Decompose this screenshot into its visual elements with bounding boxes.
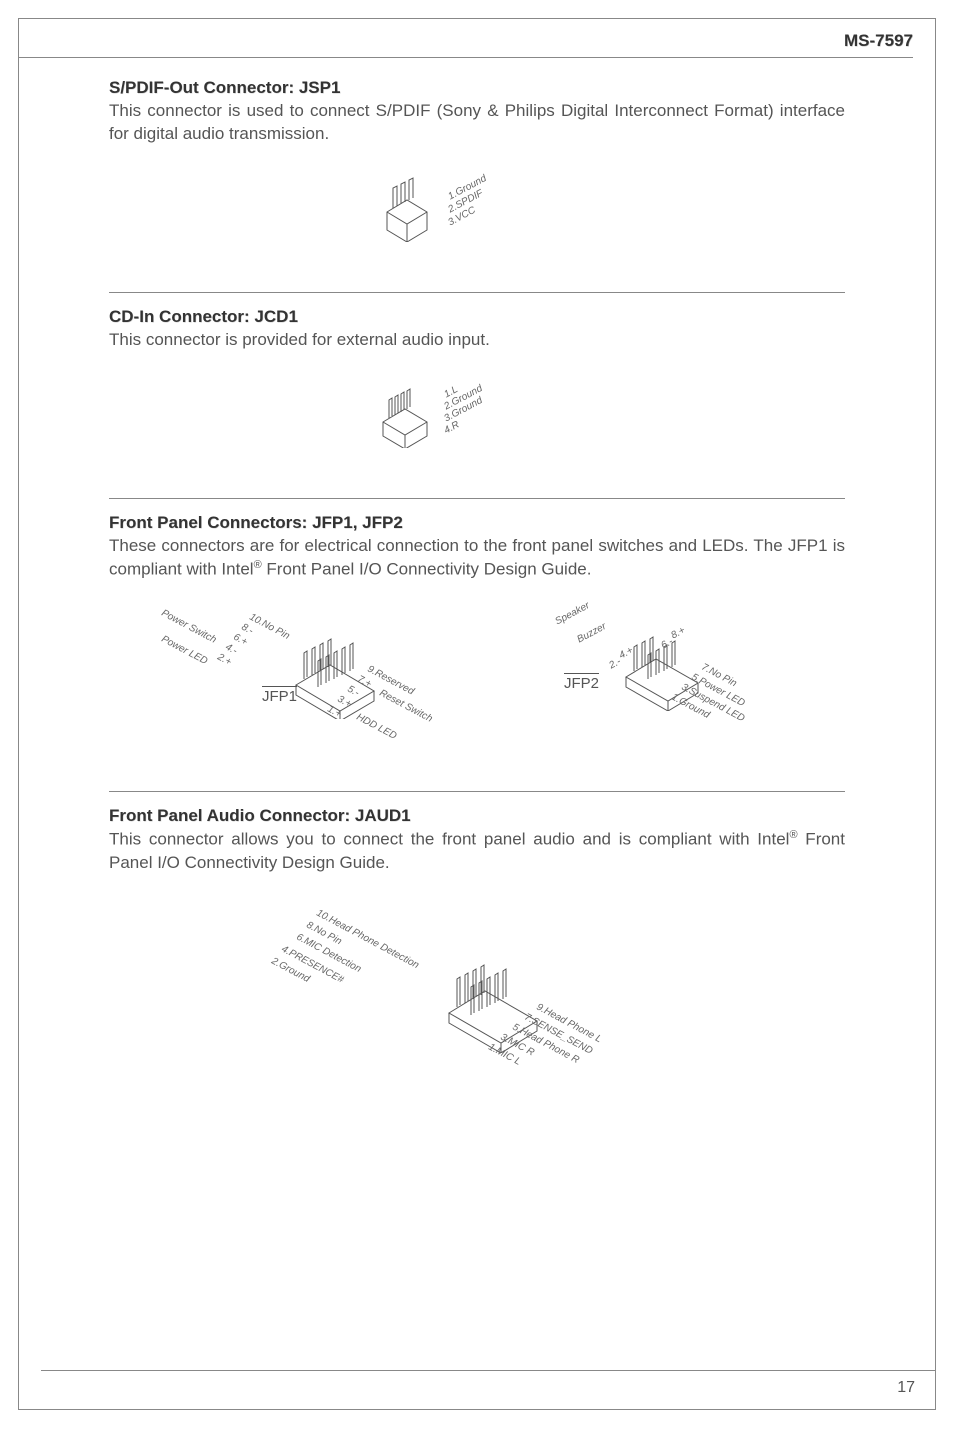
jaud-diagram: 10.Head Phone Detection 8.No Pin 6.MIC D… [109,901,845,1091]
jfp2-diagram: Speaker Buzzer 8.+ 6.- 4.+ 2.- JFP2 7.No… [512,601,792,751]
cdin-title: CD-In Connector: JCD1 [109,307,845,327]
section-cdin: CD-In Connector: JCD1 This connector is … [109,307,845,468]
jfp1-diagram: Power Switch Power LED 10.No Pin 8.- 6.+… [162,601,442,751]
section-jaud: Front Panel Audio Connector: JAUD1 This … [109,806,845,1091]
section-frontpanel: Front Panel Connectors: JFP1, JFP2 These… [109,513,845,752]
connector-icon [377,172,437,242]
frontpanel-diagram: Power Switch Power LED 10.No Pin 8.- 6.+… [109,601,845,751]
cdin-desc: This connector is provided for external … [109,329,845,352]
model-number: MS-7597 [844,31,913,51]
jfp1-label: JFP1 [262,686,297,705]
connector-icon [377,378,433,448]
section-divider [109,791,845,792]
jaud-title: Front Panel Audio Connector: JAUD1 [109,806,845,826]
content: S/PDIF-Out Connector: JSP1 This connecto… [19,58,935,1370]
reg-mark: ® [789,829,797,841]
spdif-title: S/PDIF-Out Connector: JSP1 [109,78,845,98]
frontpanel-desc: These connectors are for electrical conn… [109,535,845,582]
text: Front Panel I/O Connectivity Design Guid… [262,559,592,578]
text: This connector allows you to connect the… [109,830,789,849]
jfp2-label: JFP2 [564,673,599,692]
frontpanel-title: Front Panel Connectors: JFP1, JFP2 [109,513,845,533]
reg-mark: ® [254,559,262,571]
page-number: 17 [897,1379,915,1396]
pin-label: Speaker [553,600,591,627]
cdin-diagram: 1.L 2.Ground 3.Ground 4.R [109,378,845,468]
spdif-desc: This connector is used to connect S/PDIF… [109,100,845,146]
header: MS-7597 [19,19,935,57]
connector-icon [620,625,704,711]
page: MS-7597 S/PDIF-Out Connector: JSP1 This … [18,18,936,1410]
jaud-desc: This connector allows you to connect the… [109,828,845,875]
pin-label: Buzzer [575,621,608,645]
section-spdif: S/PDIF-Out Connector: JSP1 This connecto… [109,78,845,262]
section-divider [109,292,845,293]
section-divider [109,498,845,499]
spdif-diagram: 1.Ground 2.SPDIF 3.VCC [109,172,845,262]
footer: 17 [41,1370,935,1409]
